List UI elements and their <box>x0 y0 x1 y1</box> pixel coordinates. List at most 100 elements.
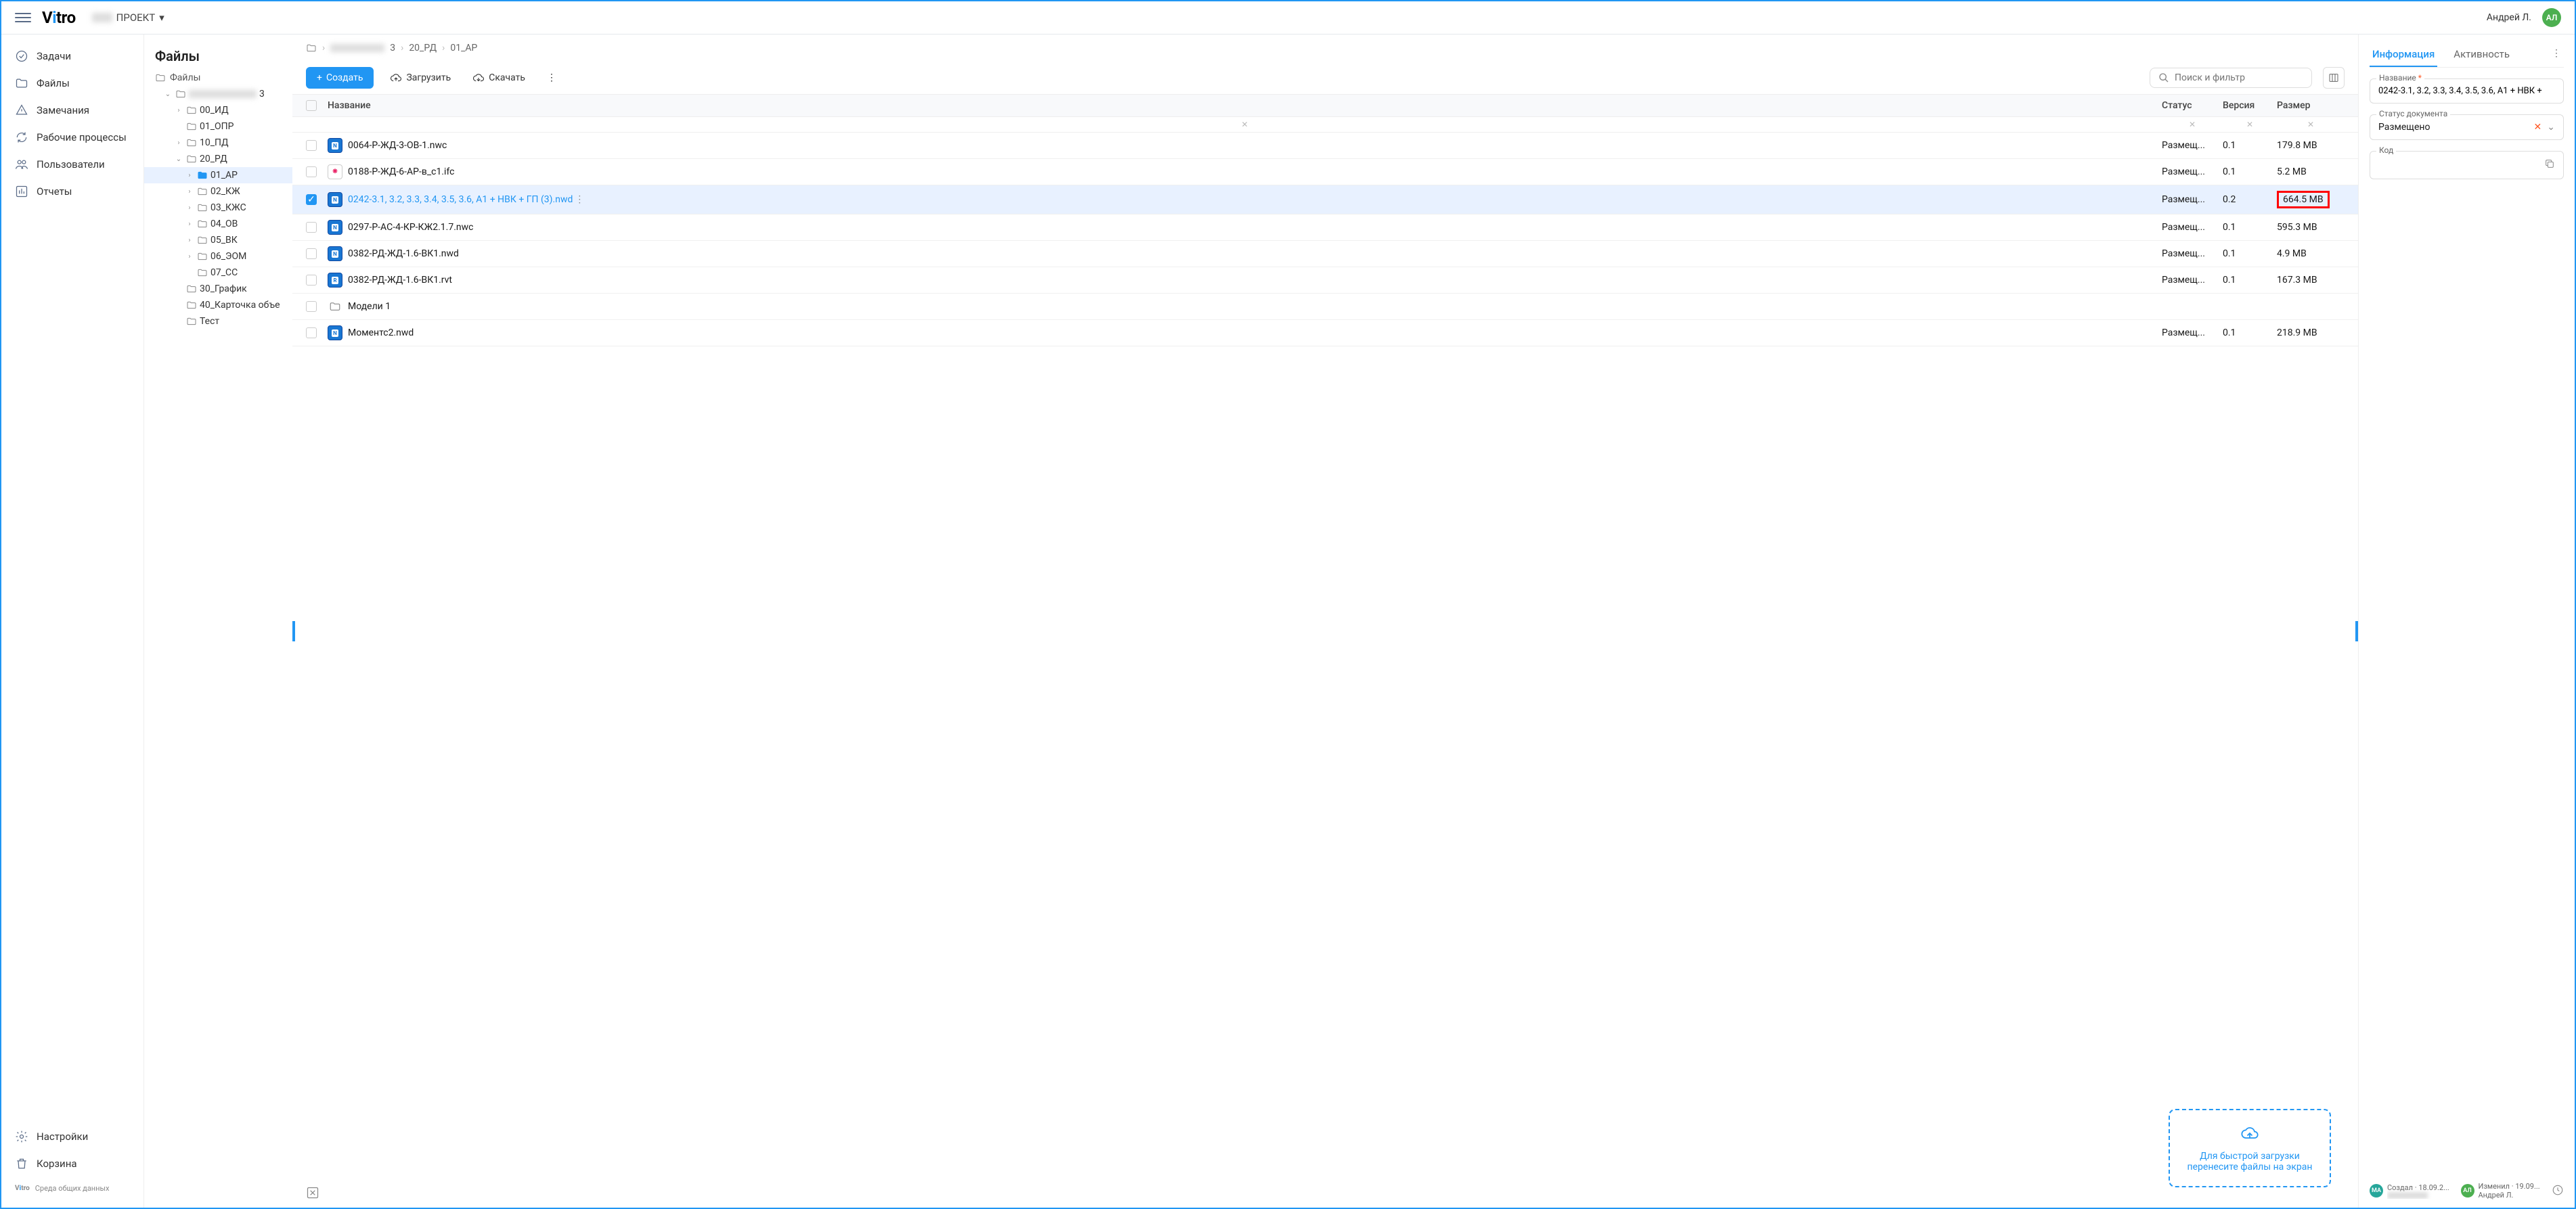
tree-node-selected[interactable]: ›01_АР <box>144 167 292 183</box>
file-name: 0382-РД-ЖД-1.6-ВК1.nwd <box>348 248 459 259</box>
nav-tasks[interactable]: Задачи <box>1 43 143 70</box>
row-checkbox[interactable] <box>306 166 317 177</box>
table-row[interactable]: ✓N0242-3.1, 3.2, 3.3, 3.4, 3.5, 3.6, А1 … <box>292 185 2358 214</box>
nav-issues[interactable]: Замечания <box>1 97 143 124</box>
row-checkbox[interactable] <box>306 222 317 233</box>
cloud-upload-icon <box>2183 1124 2316 1147</box>
breadcrumb-item[interactable]: 3 <box>390 43 395 53</box>
tab-info[interactable]: Информация <box>2370 43 2437 67</box>
tree-node[interactable]: ›00_ИД <box>144 102 292 118</box>
download-button[interactable]: Скачать <box>467 68 531 88</box>
nav-users[interactable]: Пользователи <box>1 151 143 178</box>
table-row[interactable]: N0064-Р-ЖД-3-ОВ-1.nwcРазмещ...0.1179.8 M… <box>292 133 2358 159</box>
user-avatar[interactable]: АЛ <box>2542 8 2561 27</box>
logo: Vitro <box>42 8 76 27</box>
tree-node[interactable]: 07_СС <box>144 265 292 281</box>
tree-node[interactable]: ›05_ВК <box>144 232 292 248</box>
tree-node[interactable]: ›02_КЖ <box>144 183 292 200</box>
nav-trash[interactable]: Корзина <box>1 1150 143 1177</box>
history-button[interactable] <box>2552 1184 2564 1198</box>
table-row[interactable]: ❋0188-Р-ЖД-6-АР-в_с1.ifcРазмещ...0.15.2 … <box>292 159 2358 185</box>
nwd-file-icon: N <box>328 246 342 261</box>
select-all-checkbox[interactable] <box>306 100 317 111</box>
tree-node[interactable]: Тест <box>144 313 292 329</box>
tree-node[interactable]: 30_График <box>144 281 292 297</box>
table-row[interactable]: NМоментс2.nwdРазмещ...0.1218.9 MB <box>292 320 2358 346</box>
tree-node[interactable]: ⌄20_РД <box>144 151 292 167</box>
toolbar: +Создать Загрузить Скачать ⋮ <box>292 62 2358 94</box>
column-header-version[interactable]: Версия <box>2223 100 2277 111</box>
tree-root[interactable]: Файлы <box>144 70 292 86</box>
nav-workflows[interactable]: Рабочие процессы <box>1 124 143 151</box>
copy-icon[interactable] <box>2544 158 2555 172</box>
folder-icon <box>328 299 342 314</box>
tab-activity[interactable]: Активность <box>2451 43 2512 67</box>
menu-toggle-button[interactable] <box>15 9 31 26</box>
more-menu-button[interactable]: ⋮ <box>541 72 562 83</box>
tree-node[interactable]: ⌄3 <box>144 86 292 102</box>
chevron-down-icon: ⌄ <box>163 91 173 98</box>
file-status: Размещ... <box>2162 248 2223 259</box>
table-row[interactable]: Модели 1 <box>292 294 2358 320</box>
clear-filter-name[interactable]: ✕ <box>328 120 2162 129</box>
tree-node[interactable]: ›10_ПД <box>144 135 292 151</box>
tree-node[interactable]: ›03_КЖС <box>144 200 292 216</box>
upload-button[interactable]: Загрузить <box>384 68 456 88</box>
columns-button[interactable] <box>2323 67 2345 89</box>
file-version: 0.1 <box>2223 327 2277 338</box>
table-header: Название Статус Версия Размер <box>292 94 2358 117</box>
file-size: 179.8 MB <box>2277 140 2345 151</box>
row-checkbox[interactable] <box>306 248 317 259</box>
nwd-file-icon: N <box>328 220 342 235</box>
clear-filter-version[interactable]: ✕ <box>2223 120 2277 129</box>
table-row[interactable]: N0382-РД-ЖД-1.6-ВК1.nwdРазмещ...0.14.9 M… <box>292 241 2358 267</box>
folder-icon <box>197 235 208 246</box>
column-header-status[interactable]: Статус <box>2162 100 2223 111</box>
excel-export-button[interactable] <box>306 1186 319 1202</box>
file-name: Моментс2.nwd <box>348 327 414 338</box>
column-header-name[interactable]: Название <box>328 100 2162 111</box>
rvt-file-icon: R <box>328 273 342 288</box>
folder-icon <box>186 154 197 164</box>
table-row[interactable]: R0382-РД-ЖД-1.6-ВК1.rvtРазмещ...0.1167.3… <box>292 267 2358 294</box>
row-checkbox[interactable] <box>306 327 317 338</box>
row-checkbox[interactable] <box>306 140 317 151</box>
dropzone[interactable]: Для быстрой загрузки перенесите файлы на… <box>2169 1109 2331 1187</box>
search-icon <box>2158 72 2169 83</box>
nav-label: Настройки <box>37 1131 88 1143</box>
table-row[interactable]: N0297-Р-АС-4-КР-КЖ2.1.7.nwcРазмещ...0.15… <box>292 214 2358 241</box>
nwd-file-icon: N <box>328 325 342 340</box>
folder-icon <box>186 316 197 327</box>
search-input[interactable] <box>2175 72 2303 83</box>
code-input[interactable] <box>2370 151 2564 179</box>
clear-filter-status[interactable]: ✕ <box>2162 120 2223 129</box>
clear-status-button[interactable]: ✕ <box>2534 122 2542 133</box>
tree-node[interactable]: 40_Карточка объе <box>144 297 292 313</box>
project-selector[interactable]: ПРОЕКТ ▾ <box>87 9 170 26</box>
chevron-right-icon: › <box>185 188 194 196</box>
breadcrumb-item[interactable]: 20_РД <box>409 43 437 53</box>
tree-node[interactable]: ›04_ОВ <box>144 216 292 232</box>
create-button[interactable]: +Создать <box>306 67 374 89</box>
breadcrumb-item[interactable]: 01_АР <box>450 43 477 53</box>
clear-filter-size[interactable]: ✕ <box>2277 120 2345 129</box>
row-menu-button[interactable]: ⋮ <box>573 194 586 205</box>
nav-label: Пользователи <box>37 158 105 170</box>
row-checkbox[interactable]: ✓ <box>306 194 317 205</box>
column-header-size[interactable]: Размер <box>2277 100 2345 111</box>
file-size: 5.2 MB <box>2277 166 2345 177</box>
panel-resize-handle-left[interactable] <box>292 621 295 641</box>
chevron-down-icon: ⌄ <box>2547 122 2555 133</box>
nav-reports[interactable]: Отчеты <box>1 178 143 205</box>
details-menu-button[interactable]: ⋮ <box>2549 43 2564 67</box>
warning-icon <box>15 104 28 117</box>
nav-settings[interactable]: Настройки <box>1 1123 143 1150</box>
search-box[interactable] <box>2150 68 2312 88</box>
trash-icon <box>15 1157 28 1170</box>
row-checkbox[interactable] <box>306 301 317 312</box>
nav-files[interactable]: Файлы <box>1 70 143 97</box>
tree-node[interactable]: ›06_ЭОМ <box>144 248 292 265</box>
tree-node[interactable]: 01_ОПР <box>144 118 292 135</box>
row-checkbox[interactable] <box>306 275 317 286</box>
file-version: 0.1 <box>2223 275 2277 286</box>
